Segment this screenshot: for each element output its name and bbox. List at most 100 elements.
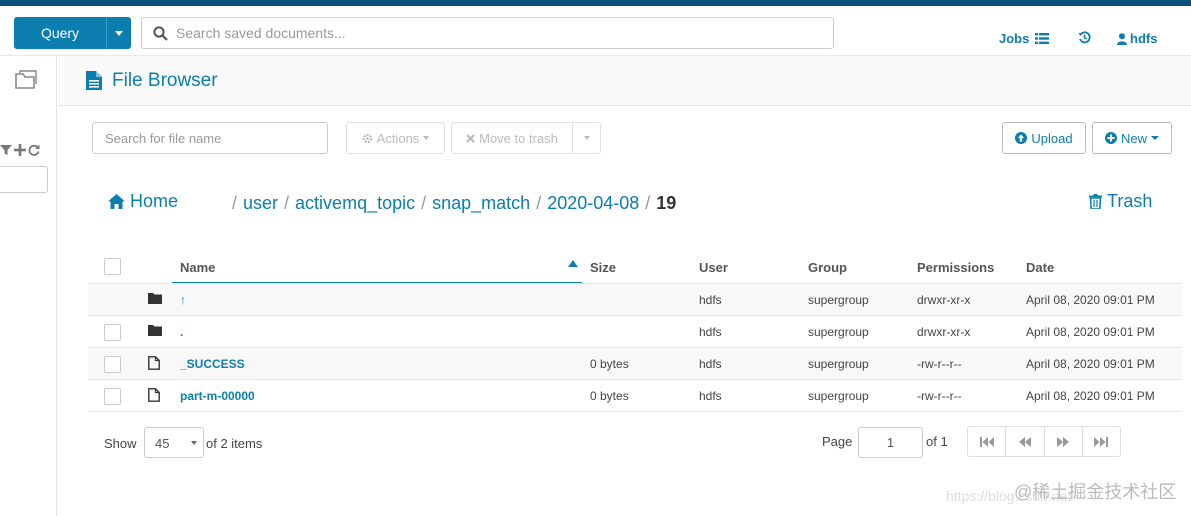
file-permissions: -rw-r--r-- <box>917 389 962 403</box>
show-label: Show <box>104 436 137 451</box>
plus-icon[interactable] <box>14 144 26 156</box>
jobs-link[interactable]: Jobs <box>999 31 1050 46</box>
previous-page-icon <box>1018 436 1031 447</box>
chevron-down-icon <box>423 136 430 140</box>
home-icon <box>108 194 125 209</box>
breadcrumb-segment[interactable]: user <box>243 193 278 214</box>
breadcrumb-current: 19 <box>656 193 677 213</box>
page-title: File Browser <box>112 70 218 91</box>
breadcrumb-separator: / <box>536 193 542 213</box>
table-row[interactable]: ↑ hdfs supergroup drwxr-xr-x April 08, 2… <box>88 284 1182 316</box>
header-group[interactable]: Group <box>808 260 847 275</box>
row-checkbox[interactable] <box>104 324 121 341</box>
file-name-link[interactable]: . <box>180 325 183 339</box>
assist-filter-input[interactable] <box>0 166 48 193</box>
previous-page-button[interactable] <box>1006 427 1045 456</box>
table-row[interactable]: _SUCCESS 0 bytes hdfs supergroup -rw-r--… <box>88 348 1182 380</box>
assist-tools <box>0 144 40 156</box>
file-permissions: drwxr-xr-x <box>917 325 971 339</box>
page-header: File Browser <box>58 56 1191 106</box>
history-icon[interactable] <box>1078 31 1091 44</box>
chevron-down-icon <box>191 441 197 445</box>
breadcrumb-separator: / <box>645 193 651 213</box>
file-icon <box>148 388 160 402</box>
header-name[interactable]: Name <box>180 260 215 275</box>
items-count: of 2 items <box>206 436 263 451</box>
query-button[interactable]: Query <box>14 17 106 49</box>
file-user: hdfs <box>699 389 722 403</box>
table-footer: Show 45 of 2 items Page of 1 <box>88 413 1182 475</box>
top-navigation-bar: Query Jobs hdfs <box>0 6 1191 56</box>
breadcrumb-segment[interactable]: 2020-04-08 <box>547 193 639 214</box>
breadcrumb-separator: / <box>232 193 238 213</box>
upload-button[interactable]: Upload <box>1002 122 1086 154</box>
breadcrumb-segment[interactable]: snap_match <box>432 193 530 214</box>
file-name-link[interactable]: ↑ <box>180 293 186 307</box>
file-name-search-input[interactable] <box>92 122 328 154</box>
move-to-trash-button[interactable]: Move to trash <box>451 122 573 154</box>
trash-link[interactable]: Trash <box>1089 191 1152 212</box>
new-button[interactable]: New <box>1092 122 1172 154</box>
next-page-button[interactable] <box>1045 427 1083 456</box>
file-name-link[interactable]: part-m-00000 <box>180 389 255 403</box>
file-name-link[interactable]: _SUCCESS <box>180 357 245 371</box>
file-user: hdfs <box>699 293 722 307</box>
gear-icon <box>362 133 372 143</box>
breadcrumb-home[interactable]: Home <box>108 191 178 212</box>
filter-icon[interactable] <box>0 144 12 156</box>
move-to-trash-label: Move to trash <box>479 130 558 146</box>
search-documents-input[interactable] <box>176 22 816 44</box>
folder-icon <box>148 293 162 304</box>
file-group: supergroup <box>808 325 869 339</box>
new-label: New <box>1120 130 1147 146</box>
chevron-down-icon <box>115 30 123 36</box>
table-row[interactable]: part-m-00000 0 bytes hdfs supergroup -rw… <box>88 380 1182 412</box>
row-checkbox[interactable] <box>104 388 121 405</box>
user-menu[interactable]: hdfs <box>1117 31 1157 46</box>
select-all-checkbox[interactable] <box>104 258 121 275</box>
saved-documents-search[interactable] <box>141 17 834 49</box>
trash-label: Trash <box>1107 191 1153 211</box>
watermark-text: @稀土掘金技术社区 <box>1014 482 1177 502</box>
file-group: supergroup <box>808 357 869 371</box>
file-permissions: -rw-r--r-- <box>917 357 962 371</box>
file-date: April 08, 2020 09:01 PM <box>1026 293 1155 307</box>
header-permissions[interactable]: Permissions <box>917 260 994 275</box>
breadcrumb-segment[interactable]: activemq_topic <box>295 193 415 214</box>
page-number-input[interactable] <box>858 427 923 458</box>
next-page-icon <box>1057 436 1070 447</box>
first-page-button[interactable] <box>968 427 1007 456</box>
header-size[interactable]: Size <box>590 260 616 275</box>
header-date[interactable]: Date <box>1026 260 1054 275</box>
plus-circle-icon <box>1104 132 1117 144</box>
assist-panel-icon[interactable] <box>14 70 38 90</box>
breadcrumb-separator: / <box>421 193 427 213</box>
file-date: April 08, 2020 09:01 PM <box>1026 357 1155 371</box>
file-group: supergroup <box>808 389 869 403</box>
file-icon <box>148 356 160 370</box>
left-assist-panel <box>0 56 57 516</box>
last-page-icon <box>1094 436 1109 447</box>
actions-button[interactable]: Actions <box>346 122 445 154</box>
chevron-down-icon <box>1151 136 1159 140</box>
page-size-select[interactable]: 45 <box>144 427 204 458</box>
trash-icon <box>1089 194 1102 209</box>
row-checkbox[interactable] <box>104 356 121 373</box>
refresh-icon[interactable] <box>28 144 40 156</box>
header-user[interactable]: User <box>699 260 728 275</box>
search-icon <box>153 26 168 41</box>
chevron-down-icon <box>583 136 590 140</box>
jobs-label: Jobs <box>999 31 1030 46</box>
table-row[interactable]: . hdfs supergroup drwxr-xr-x April 08, 2… <box>88 316 1182 348</box>
table-header-row: Name Size User Group Permissions Date <box>88 250 1182 284</box>
folder-icon <box>148 325 162 336</box>
trash-options-toggle[interactable] <box>572 122 601 154</box>
breadcrumb-separator: / <box>284 193 290 213</box>
user-name: hdfs <box>1130 31 1158 46</box>
breadcrumb: Home / user / activemq_topic / snap_matc… <box>108 190 728 218</box>
actions-label: Actions <box>376 130 420 146</box>
first-page-icon <box>979 436 994 447</box>
last-page-button[interactable] <box>1083 427 1120 456</box>
pagination-controls <box>967 426 1121 457</box>
query-dropdown-toggle[interactable] <box>106 17 131 49</box>
